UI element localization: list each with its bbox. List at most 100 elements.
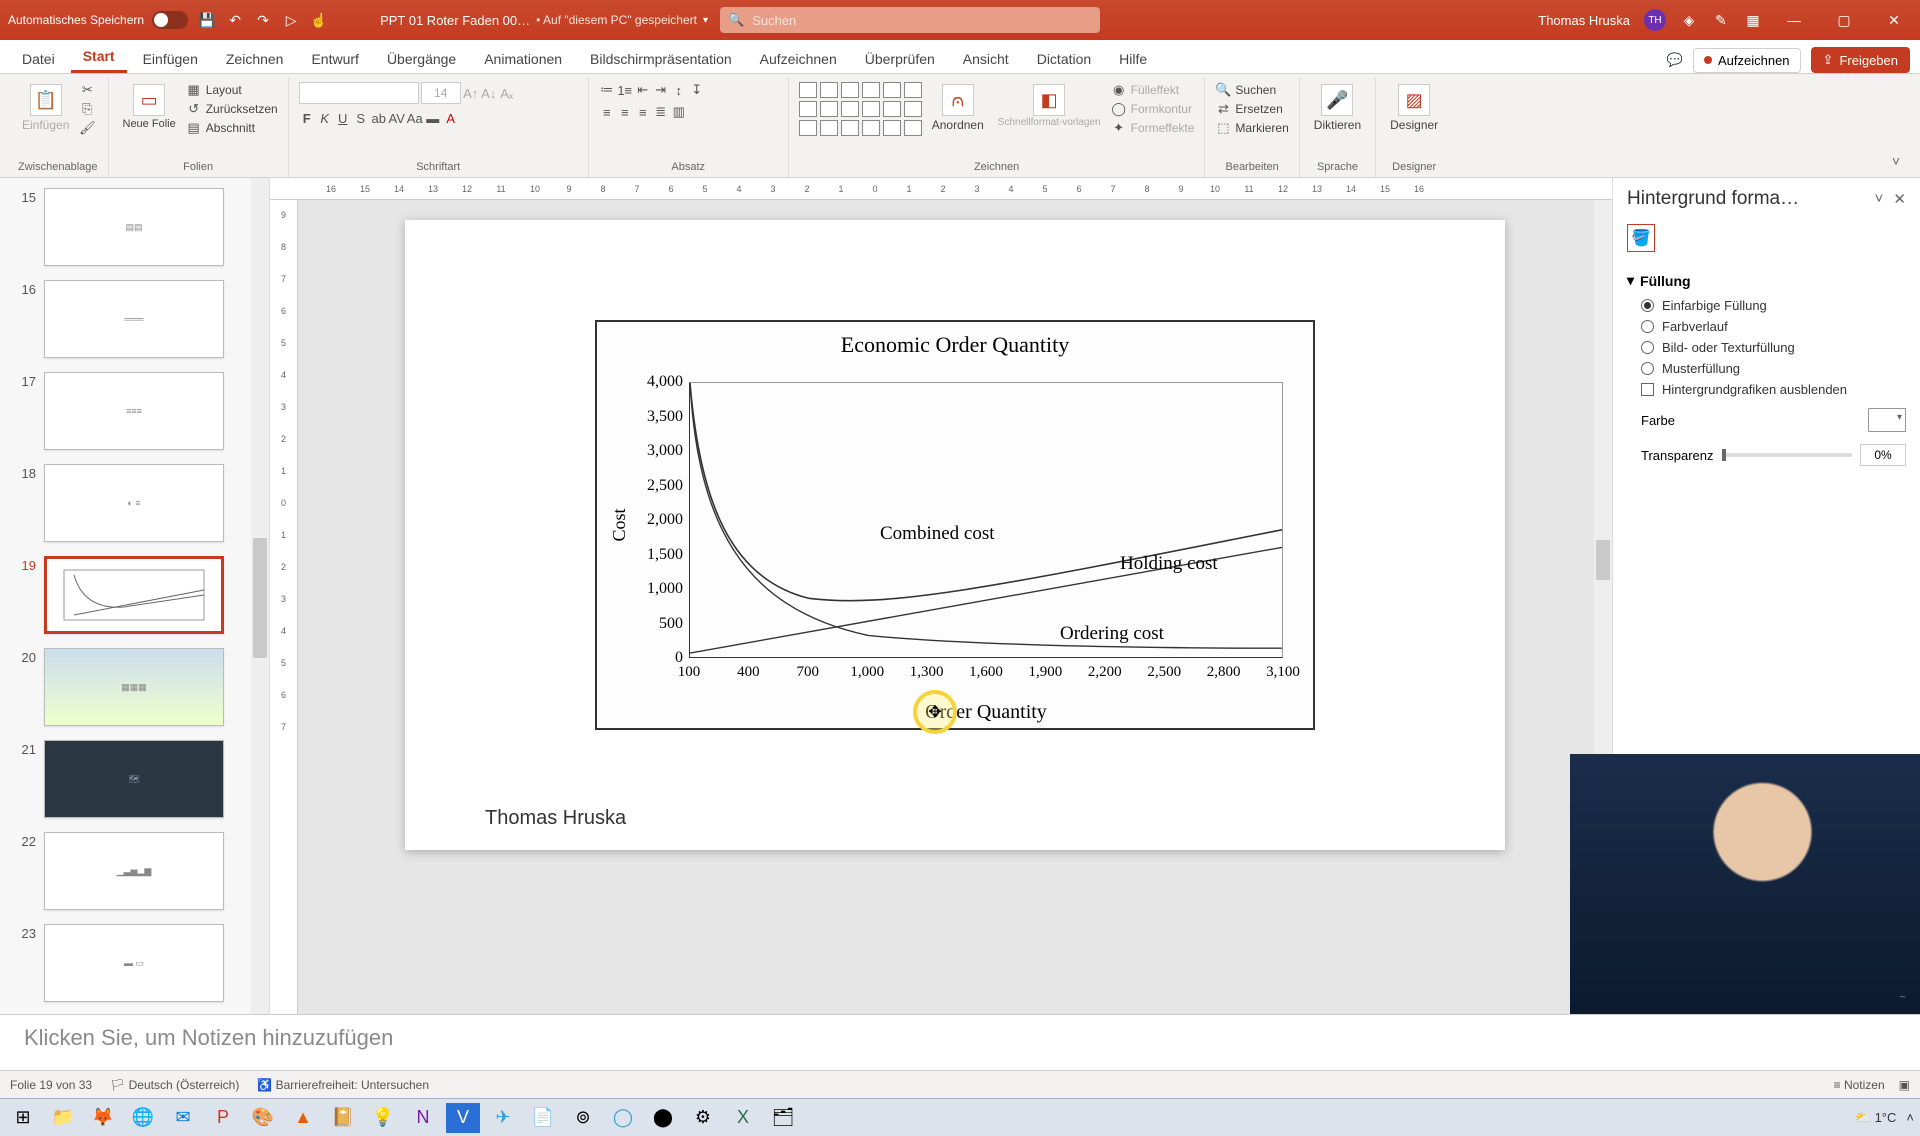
shape-outline-button[interactable]: ◯Formkontur [1111, 101, 1195, 117]
shape-brace2-icon[interactable] [883, 120, 901, 136]
firefox-icon[interactable]: 🦊 [86, 1103, 120, 1133]
thumb-17[interactable]: ≡≡≡ [44, 372, 224, 450]
justify-icon[interactable]: ≣ [653, 104, 669, 120]
diamond-icon[interactable]: ◈ [1680, 11, 1698, 29]
paste-button[interactable]: 📋Einfügen [18, 82, 73, 134]
chk-hide-bg[interactable]: Hintergrundgrafiken ausblenden [1627, 379, 1906, 400]
reset-button[interactable]: ↺Zurücksetzen [186, 101, 278, 117]
record-button[interactable]: Aufzeichnen [1693, 48, 1801, 73]
indent-icon[interactable]: ⇥ [653, 82, 669, 98]
select-button[interactable]: ⬚Markieren [1215, 120, 1288, 136]
tab-zeichnen[interactable]: Zeichnen [214, 43, 296, 73]
app-icon[interactable]: 📄 [526, 1103, 560, 1133]
opt-gradient-fill[interactable]: Farbverlauf [1627, 316, 1906, 337]
app-icon[interactable]: V [446, 1103, 480, 1133]
new-slide-button[interactable]: ▭Neue Folie [119, 82, 180, 132]
shape-textbox-icon[interactable] [799, 82, 817, 98]
save-icon[interactable]: 💾 [198, 11, 216, 29]
telegram-icon[interactable]: ✈ [486, 1103, 520, 1133]
maximize-button[interactable]: ▢ [1826, 6, 1862, 34]
tray-chevron-icon[interactable]: ˄ [1906, 1110, 1914, 1125]
case-icon[interactable]: Aa [407, 110, 423, 126]
spacing-icon[interactable]: AV [389, 110, 405, 126]
chevron-down-icon[interactable]: ▾ [703, 15, 708, 26]
opt-picture-fill[interactable]: Bild- oder Texturfüllung [1627, 337, 1906, 358]
thumb-15[interactable]: ▤▤ [44, 188, 224, 266]
app-icon[interactable]: 📔 [326, 1103, 360, 1133]
share-button[interactable]: ⇪Freigeben [1811, 47, 1910, 73]
user-avatar[interactable]: TH [1644, 9, 1666, 31]
shapes-gallery[interactable] [799, 82, 922, 136]
app-icon[interactable]: 💡 [366, 1103, 400, 1133]
undo-icon[interactable]: ↶ [226, 11, 244, 29]
section-button[interactable]: ▤Abschnitt [186, 120, 278, 136]
scrollbar-handle[interactable] [253, 538, 267, 658]
tab-hilfe[interactable]: Hilfe [1107, 43, 1159, 73]
dictate-button[interactable]: 🎤Diktieren [1310, 82, 1365, 134]
font-family-input[interactable] [299, 82, 419, 104]
pen-icon[interactable]: ✎ [1712, 11, 1730, 29]
chrome-icon[interactable]: 🌐 [126, 1103, 160, 1133]
opt-pattern-fill[interactable]: Musterfüllung [1627, 358, 1906, 379]
thumb-18[interactable]: ◐ ≡ [44, 464, 224, 542]
align-center-icon[interactable]: ≡ [617, 104, 633, 120]
tab-entwurf[interactable]: Entwurf [299, 43, 370, 73]
shadow-icon[interactable]: ab [371, 110, 387, 126]
start-icon[interactable]: ⊞ [6, 1103, 40, 1133]
thumbs-scrollbar[interactable] [251, 178, 269, 1014]
tab-bildschirm[interactable]: Bildschirmpräsentation [578, 43, 744, 73]
tab-aufzeichnen[interactable]: Aufzeichnen [748, 43, 849, 73]
tab-einfuegen[interactable]: Einfügen [131, 43, 210, 73]
tab-uebergaenge[interactable]: Übergänge [375, 43, 468, 73]
app-icon[interactable]: ⊚ [566, 1103, 600, 1133]
pane-close-icon[interactable]: ✕ [1893, 190, 1906, 208]
tab-animationen[interactable]: Animationen [472, 43, 574, 73]
shape-free-icon[interactable] [820, 120, 838, 136]
eoq-chart[interactable]: Economic Order Quantity Cost 05001,0001,… [595, 320, 1315, 730]
tab-start[interactable]: Start [71, 40, 127, 73]
notes-pane[interactable]: Klicken Sie, um Notizen hinzuzufügen [0, 1014, 1920, 1070]
align-left-icon[interactable]: ≡ [599, 104, 615, 120]
tab-ueberpruefen[interactable]: Überprüfen [853, 43, 947, 73]
redo-icon[interactable]: ↷ [254, 11, 272, 29]
transparency-input[interactable] [1860, 444, 1906, 466]
pane-dropdown-icon[interactable]: ˅ [1875, 190, 1884, 208]
layout-button[interactable]: ▦Layout [186, 82, 278, 98]
grow-font-icon[interactable]: A↑ [463, 85, 479, 101]
shape-arrow2-icon[interactable] [841, 101, 859, 117]
section-fill[interactable]: ▾Füllung [1627, 266, 1906, 295]
italic-icon[interactable]: K [317, 110, 333, 126]
autosave-toggle[interactable]: Automatisches Speichern [8, 11, 188, 29]
app-icon[interactable]: 🗂 [766, 1103, 800, 1133]
transparency-slider[interactable] [1722, 453, 1853, 457]
shape-rect-icon[interactable] [862, 82, 880, 98]
thumb-23[interactable]: ▬ ▭ [44, 924, 224, 1002]
outlook-icon[interactable]: ✉ [166, 1103, 200, 1133]
shape-arrow-icon[interactable] [841, 82, 859, 98]
explorer-icon[interactable]: 📁 [46, 1103, 80, 1133]
touch-icon[interactable]: ☝ [310, 11, 328, 29]
shape-curve-icon[interactable] [799, 120, 817, 136]
collapse-ribbon-button[interactable]: ˅ [1880, 145, 1912, 177]
shape-scribble-icon[interactable] [841, 120, 859, 136]
thumb-19[interactable] [44, 556, 224, 634]
shape-roundrect-icon[interactable] [904, 82, 922, 98]
excel-icon[interactable]: X [726, 1103, 760, 1133]
shrink-font-icon[interactable]: A↓ [481, 85, 497, 101]
designer-button[interactable]: ▨Designer [1386, 82, 1442, 134]
outdent-icon[interactable]: ⇤ [635, 82, 651, 98]
bold-icon[interactable]: F [299, 110, 315, 126]
shape-expand-icon[interactable] [904, 120, 922, 136]
powerpoint-icon[interactable]: P [206, 1103, 240, 1133]
color-picker[interactable] [1868, 408, 1906, 432]
tab-datei[interactable]: Datei [10, 43, 67, 73]
search-box[interactable]: 🔍 [720, 7, 1100, 33]
scrollbar-handle[interactable] [1596, 540, 1610, 580]
font-color-icon[interactable]: A [443, 110, 459, 126]
tab-ansicht[interactable]: Ansicht [951, 43, 1021, 73]
thumb-20[interactable]: ▦▦▦ [44, 648, 224, 726]
slideshow-icon[interactable]: ▷ [282, 11, 300, 29]
line-spacing-icon[interactable]: ↕ [671, 82, 687, 98]
onenote-icon[interactable]: N [406, 1103, 440, 1133]
app-icon[interactable]: ◯ [606, 1103, 640, 1133]
